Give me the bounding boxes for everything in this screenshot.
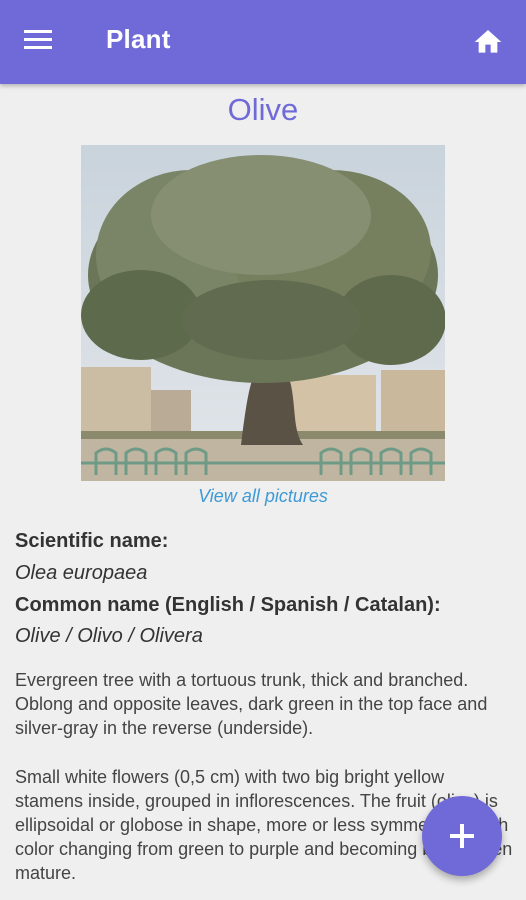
plant-photo[interactable] (81, 145, 445, 481)
plant-detail: Olive View all pictures Scientific name:… (0, 84, 526, 900)
menu-icon (24, 30, 52, 49)
olive-tree-image (81, 145, 445, 481)
add-button[interactable] (422, 796, 502, 876)
common-name-label: Common name (English / Spanish / Catalan… (15, 594, 441, 616)
description-paragraph-1: Evergreen tree with a tortuous trunk, th… (15, 670, 488, 738)
plant-name: Olive (227, 92, 299, 127)
view-all-pictures-link[interactable]: View all pictures (0, 486, 526, 507)
home-button[interactable] (472, 26, 506, 60)
common-name-value: Olive / Olivo / Olivera (15, 625, 203, 647)
scientific-name-value: Olea europaea (15, 562, 148, 584)
menu-button[interactable] (22, 26, 62, 60)
plus-icon (450, 824, 474, 848)
app-title: Plant (106, 24, 171, 54)
home-icon (474, 30, 502, 53)
app-bar: Plant (0, 0, 526, 84)
scientific-name-label: Scientific name: (15, 530, 169, 552)
